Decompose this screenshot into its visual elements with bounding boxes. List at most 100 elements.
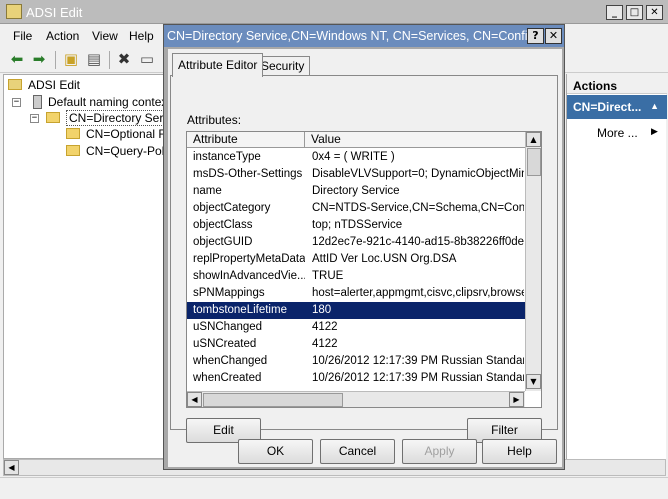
collapse-icon[interactable]: −	[12, 98, 21, 107]
attribute-name-cell: showInAdvancedVie...	[193, 270, 305, 282]
back-arrow-icon[interactable]: ⬅	[8, 51, 26, 67]
attribute-row[interactable]: name Directory Service	[187, 183, 525, 200]
show-hide-tree-icon[interactable]: ▤	[85, 51, 103, 67]
attribute-row[interactable]: objectGUID 12d2ec7e-921c-4140-ad15-8b3822…	[187, 234, 525, 251]
close-button[interactable]: ✕	[646, 5, 663, 20]
actions-header: Actions	[567, 74, 667, 94]
attribute-editor-panel: Attributes: Attribute Value instanceType…	[170, 75, 558, 443]
attribute-value-cell: CN=NTDS-Service,CN=Schema,CN=Configu	[312, 202, 524, 214]
attribute-row[interactable]: uSNCreated 4122	[187, 336, 525, 353]
toolbar-separator	[55, 51, 56, 69]
main-title-bar: ADSI Edit _ □ ✕	[0, 0, 668, 24]
attribute-value-cell: 10/26/2012 12:17:39 PM Russian Standard	[312, 372, 524, 384]
scroll-left-icon[interactable]: ◀	[4, 460, 19, 475]
menu-file[interactable]: File	[13, 29, 32, 43]
actions-pane: Actions CN=Direct... ▲ More ... ▶	[566, 74, 667, 459]
attribute-name-cell: whenCreated	[193, 372, 262, 384]
tree-item-label: ADSI Edit	[28, 78, 81, 92]
scroll-right-icon[interactable]: ▶	[509, 392, 524, 407]
actions-selected-item[interactable]: CN=Direct... ▲	[567, 95, 667, 119]
attribute-name-cell: objectGUID	[193, 236, 253, 248]
properties-dialog: CN=Directory Service,CN=Windows NT, CN=S…	[163, 24, 565, 470]
attribute-value-cell: 10/26/2012 12:17:39 PM Russian Standard	[312, 355, 524, 367]
attribute-row[interactable]: uSNChanged 4122	[187, 319, 525, 336]
tree-item-cn-directory-service[interactable]: − CN=Directory Service	[30, 110, 165, 126]
attribute-name-cell: replPropertyMetaData	[193, 253, 305, 265]
attribute-value-cell: TRUE	[312, 270, 344, 282]
minimize-button[interactable]: _	[606, 5, 623, 20]
attribute-value-cell: DisableVLVSupport=0; DynamicObjectMinTT	[312, 168, 524, 180]
attribute-value-cell: 180	[312, 304, 332, 316]
up-folder-icon[interactable]: ▣	[62, 51, 80, 67]
server-icon	[33, 95, 42, 109]
submenu-arrow-icon: ▶	[651, 126, 658, 136]
attribute-name-cell: msDS-Other-Settings	[193, 168, 303, 180]
attribute-row[interactable]: tombstoneLifetime 180	[187, 302, 525, 319]
attribute-row[interactable]: instanceType 0x4 = ( WRITE )	[187, 149, 525, 166]
attribute-name-cell: name	[193, 185, 222, 197]
attribute-row[interactable]: objectCategory CN=NTDS-Service,CN=Schema,…	[187, 200, 525, 217]
adsi-edit-app-icon	[6, 4, 22, 19]
dialog-body: Attribute Editor Security Attributes: At…	[168, 49, 562, 467]
tree-item-label: Default naming context	[48, 95, 166, 109]
delete-icon[interactable]: ✖	[115, 51, 133, 67]
attribute-value-cell: 0x4 = ( WRITE )	[312, 151, 395, 163]
actions-more-label: More ...	[597, 126, 638, 140]
scroll-thumb[interactable]	[527, 148, 541, 176]
help-button[interactable]: Help	[482, 439, 557, 464]
attributes-list[interactable]: Attribute Value instanceType 0x4 = ( WRIT…	[186, 131, 542, 408]
tab-attribute-editor[interactable]: Attribute Editor	[172, 53, 264, 77]
attribute-row[interactable]: showInAdvancedVie... TRUE	[187, 268, 525, 285]
dialog-help-button[interactable]: ?	[527, 28, 544, 44]
attribute-row[interactable]: objectClass top; nTDSService	[187, 217, 525, 234]
scroll-up-icon[interactable]: ▲	[526, 132, 541, 147]
properties-icon[interactable]: ▭	[138, 51, 156, 67]
tree-item-label: CN=Directory Service	[66, 110, 165, 126]
maximize-button[interactable]: □	[626, 5, 643, 20]
adsi-edit-icon	[8, 79, 22, 90]
dialog-close-button[interactable]: ✕	[545, 28, 562, 44]
main-window-title: ADSI Edit	[26, 5, 83, 20]
list-horizontal-scrollbar[interactable]: ◀ ▶	[187, 391, 525, 407]
attribute-value-cell: top; nTDSService	[312, 219, 403, 231]
scroll-left-icon[interactable]: ◀	[187, 392, 202, 407]
collapse-arrow-icon[interactable]: ▲	[650, 101, 659, 111]
list-vertical-scrollbar[interactable]: ▲ ▼	[525, 132, 541, 391]
attributes-label: Attributes:	[187, 113, 242, 127]
attributes-list-header: Attribute Value	[187, 132, 525, 148]
attribute-value-cell: AttID Ver Loc.USN Org.DSA	[312, 253, 457, 265]
column-header-attribute[interactable]: Attribute	[187, 132, 305, 148]
ok-button[interactable]: OK	[238, 439, 313, 464]
attribute-row[interactable]: replPropertyMetaData AttID Ver Loc.USN O…	[187, 251, 525, 268]
attribute-value-cell: 4122	[312, 338, 338, 350]
apply-button[interactable]: Apply	[402, 439, 477, 464]
attribute-name-cell: sPNMappings	[193, 287, 265, 299]
actions-more-item[interactable]: More ... ▶	[597, 126, 658, 140]
attribute-row[interactable]: whenCreated 10/26/2012 12:17:39 PM Russia…	[187, 370, 525, 387]
attribute-name-cell: tombstoneLifetime	[193, 304, 287, 316]
folder-icon	[66, 145, 80, 156]
menu-action[interactable]: Action	[46, 29, 79, 43]
menu-help[interactable]: Help	[129, 29, 154, 43]
menu-view[interactable]: View	[92, 29, 118, 43]
forward-arrow-icon[interactable]: ➡	[30, 51, 48, 67]
column-header-value[interactable]: Value	[305, 132, 525, 148]
tree-item-label: CN=Query-Polic	[86, 144, 166, 158]
attribute-row[interactable]: msDS-Other-Settings DisableVLVSupport=0; …	[187, 166, 525, 183]
status-bar	[0, 477, 668, 499]
tree-item-label: CN=Optional Fe	[86, 127, 166, 141]
cancel-button[interactable]: Cancel	[320, 439, 395, 464]
attribute-value-cell: Directory Service	[312, 185, 400, 197]
attribute-name-cell: objectCategory	[193, 202, 271, 214]
attribute-row[interactable]: whenChanged 10/26/2012 12:17:39 PM Russia…	[187, 353, 525, 370]
scroll-down-icon[interactable]: ▼	[526, 374, 541, 389]
scroll-thumb[interactable]	[203, 393, 343, 407]
dialog-title-bar: CN=Directory Service,CN=Windows NT, CN=S…	[164, 25, 564, 47]
attribute-row[interactable]: sPNMappings host=alerter,appmgmt,cisvc,cl…	[187, 285, 525, 302]
attribute-value-cell: 12d2ec7e-921c-4140-ad15-8b38226ff0de	[312, 236, 524, 248]
folder-icon	[66, 128, 80, 139]
tree-pane: ADSI Edit − Default naming context − CN=…	[3, 74, 166, 459]
collapse-icon[interactable]: −	[30, 114, 39, 123]
attribute-name-cell: whenChanged	[193, 355, 268, 367]
attribute-name-cell: uSNChanged	[193, 321, 263, 333]
